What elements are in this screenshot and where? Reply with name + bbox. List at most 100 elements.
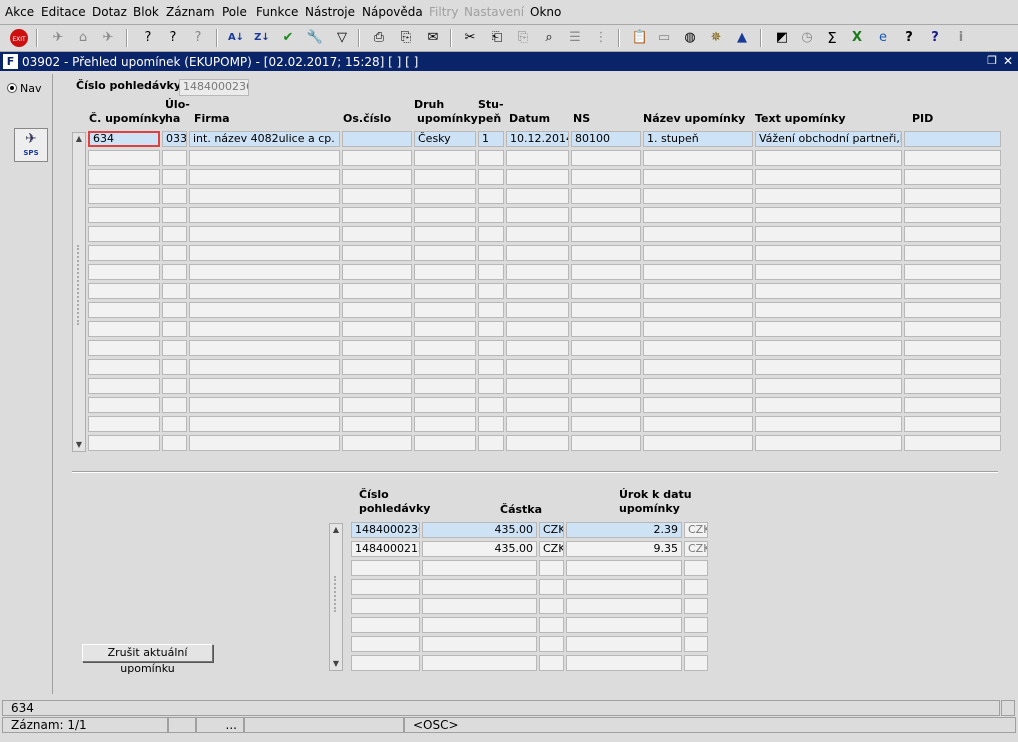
date-cell[interactable] (506, 321, 569, 337)
reminder-text-cell[interactable] (755, 207, 902, 223)
reminder-name-cell[interactable] (643, 397, 753, 413)
paste-icon[interactable]: ⎘ (513, 28, 533, 48)
reminder-text-cell[interactable] (755, 435, 902, 451)
level-cell[interactable] (478, 378, 504, 394)
query-cancel-icon[interactable]: ? (188, 28, 208, 48)
ns-cell[interactable]: 80100 (571, 131, 641, 147)
company-cell[interactable] (189, 435, 340, 451)
pid-cell[interactable] (904, 245, 1001, 261)
send-icon[interactable]: ✈ (48, 28, 68, 48)
task-cell[interactable] (162, 321, 187, 337)
reminder-name-cell[interactable] (643, 169, 753, 185)
task-cell[interactable] (162, 150, 187, 166)
ie-icon[interactable]: e (873, 28, 893, 48)
pid-cell[interactable] (904, 188, 1001, 204)
currency-cell[interactable] (539, 598, 564, 614)
amount-cell[interactable] (422, 579, 537, 595)
reminder-number-cell[interactable] (88, 150, 160, 166)
interest-currency-cell[interactable] (684, 598, 708, 614)
personal-number-cell[interactable] (342, 435, 412, 451)
globe-icon[interactable]: ◍ (680, 28, 700, 48)
scissors-icon[interactable]: ✂ (460, 28, 480, 48)
personal-number-cell[interactable] (342, 302, 412, 318)
reminder-number-cell[interactable] (88, 397, 160, 413)
interest-currency-cell[interactable]: CZK (684, 522, 708, 538)
pid-cell[interactable] (904, 397, 1001, 413)
reminder-name-cell[interactable] (643, 283, 753, 299)
ns-cell[interactable] (571, 435, 641, 451)
interest-cell[interactable] (566, 655, 682, 671)
company-cell[interactable] (189, 188, 340, 204)
document-icon[interactable]: ▭ (654, 28, 674, 48)
scroll-down-icon[interactable]: ▼ (330, 658, 342, 670)
task-cell[interactable] (162, 226, 187, 242)
amount-cell[interactable] (422, 560, 537, 576)
scroll-thumb[interactable] (77, 245, 83, 325)
sigma-icon[interactable]: Σ (822, 28, 842, 48)
reminder-text-cell[interactable] (755, 283, 902, 299)
reminder-number-cell[interactable] (88, 435, 160, 451)
level-cell[interactable] (478, 416, 504, 432)
reminder-name-cell[interactable] (643, 226, 753, 242)
task-cell[interactable] (162, 264, 187, 280)
level-cell[interactable] (478, 340, 504, 356)
reminder-number-cell[interactable] (88, 207, 160, 223)
pid-cell[interactable] (904, 226, 1001, 242)
level-cell[interactable] (478, 207, 504, 223)
company-cell[interactable] (189, 359, 340, 375)
copy-record-icon[interactable]: ⎗ (487, 28, 507, 48)
reminder-type-cell[interactable] (414, 245, 476, 261)
menu-nastroje[interactable]: Nástroje (305, 5, 355, 19)
reminder-number-cell[interactable] (88, 359, 160, 375)
reminder-text-cell[interactable] (755, 245, 902, 261)
clock-icon[interactable]: ◷ (797, 28, 817, 48)
claim-number-cell[interactable] (351, 598, 420, 614)
reminder-number-cell[interactable] (88, 378, 160, 394)
pid-cell[interactable] (904, 359, 1001, 375)
ns-cell[interactable] (571, 359, 641, 375)
close-icon[interactable]: ✕ (1001, 54, 1015, 68)
reminder-type-cell[interactable] (414, 378, 476, 394)
sps-button[interactable]: ✈ SPS (14, 128, 48, 162)
reminder-type-cell[interactable] (414, 169, 476, 185)
interest-cell[interactable] (566, 560, 682, 576)
reminder-name-cell[interactable] (643, 207, 753, 223)
personal-number-cell[interactable] (342, 188, 412, 204)
interest-cell[interactable]: 2.39 (566, 522, 682, 538)
date-cell[interactable] (506, 245, 569, 261)
date-cell[interactable] (506, 264, 569, 280)
excel-icon[interactable]: X (847, 28, 867, 48)
claim-number-cell[interactable] (351, 655, 420, 671)
interest-cell[interactable] (566, 636, 682, 652)
reminder-name-cell[interactable] (643, 245, 753, 261)
currency-cell[interactable] (539, 655, 564, 671)
task-cell[interactable] (162, 397, 187, 413)
pid-cell[interactable] (904, 340, 1001, 356)
currency-cell[interactable] (539, 617, 564, 633)
reminder-type-cell[interactable] (414, 302, 476, 318)
reminder-type-cell[interactable] (414, 264, 476, 280)
task-cell[interactable] (162, 302, 187, 318)
pid-cell[interactable] (904, 302, 1001, 318)
personal-number-cell[interactable] (342, 169, 412, 185)
find-icon[interactable]: ⌕ (539, 28, 559, 48)
personal-number-cell[interactable] (342, 150, 412, 166)
menu-blok[interactable]: Blok (133, 5, 159, 19)
interest-cell[interactable] (566, 579, 682, 595)
sort-desc-icon[interactable]: Z↓ (252, 28, 272, 48)
reminder-text-cell[interactable] (755, 302, 902, 318)
currency-cell[interactable]: CZK (539, 541, 564, 557)
claim-number-cell[interactable] (351, 617, 420, 633)
claim-number-cell[interactable] (351, 560, 420, 576)
reminder-name-cell[interactable]: 1. stupeň (643, 131, 753, 147)
reminder-name-cell[interactable] (643, 150, 753, 166)
company-cell[interactable] (189, 150, 340, 166)
menu-filtry[interactable]: Filtry (429, 5, 458, 19)
personal-number-cell[interactable] (342, 340, 412, 356)
task-cell[interactable] (162, 207, 187, 223)
chart-icon[interactable]: ◩ (772, 28, 792, 48)
date-cell[interactable] (506, 359, 569, 375)
task-cell[interactable]: 033 (162, 131, 187, 147)
pid-cell[interactable] (904, 435, 1001, 451)
claim-number-field[interactable]: 1484000236 (179, 79, 249, 96)
